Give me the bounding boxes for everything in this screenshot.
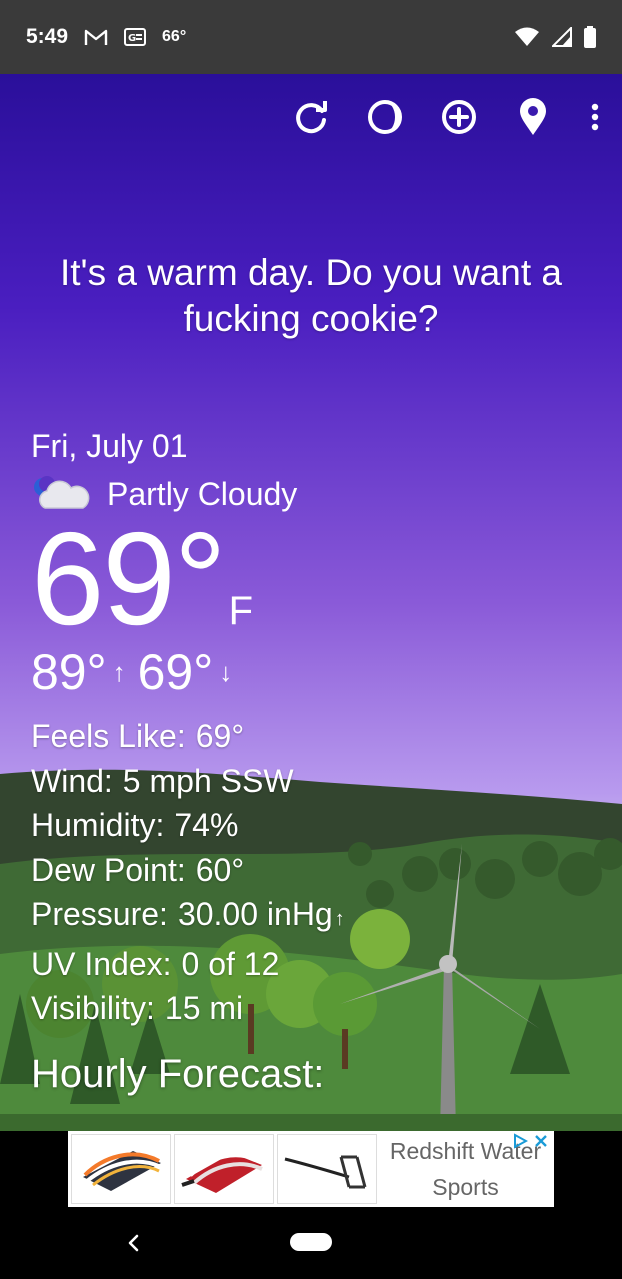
battery-icon [584,26,596,48]
refresh-icon[interactable] [292,96,330,138]
detail-wind: Wind: 5 mph SSW [31,759,591,804]
weather-details: Feels Like: 69° Wind: 5 mph SSW Humidity: 7… [31,714,591,1031]
more-vert-icon[interactable] [588,96,602,138]
detail-value: 0 of 12 [181,945,280,982]
theme-icon[interactable] [366,96,404,138]
temperature-unit: F [228,589,254,633]
add-location-icon[interactable] [440,96,478,138]
svg-text:G: G [128,33,136,44]
current-temperature: 69° [31,505,227,652]
home-pill-button[interactable] [290,1233,332,1251]
detail-visibility: Visibility: 15 mi [31,986,591,1031]
news-icon: G [124,28,147,46]
app-toolbar [292,96,602,138]
ad-product-image[interactable] [277,1134,377,1204]
status-temperature: 66° [162,28,187,45]
detail-label: Pressure: [31,896,168,932]
weather-quip: It's a warm day. Do you want a fucking c… [60,252,562,339]
system-nav-bar [0,1209,622,1279]
ad-product-image[interactable] [174,1134,274,1204]
close-ad-icon[interactable] [534,1134,548,1153]
detail-label: UV Index: [31,945,172,982]
high-arrow-icon: ↑ [112,657,126,687]
detail-humidity: Humidity: 74% [31,803,591,848]
status-bar: 5:49 G 66° [0,0,622,74]
detail-dew-point: Dew Point: 60° [31,848,591,893]
location-pin-icon[interactable] [514,96,552,138]
high-low-row: 89° ↑ 69° ↓ [31,644,591,700]
detail-label: Dew Point: [31,851,186,888]
detail-value: 69° [195,718,245,754]
low-arrow-icon: ↓ [219,657,233,687]
ad-advertiser-name-line2[interactable]: Sports [380,1169,551,1205]
detail-value: 15 mi [164,990,244,1026]
high-temperature: 89° [31,644,107,700]
cell-signal-icon [552,27,572,47]
pressure-trend-icon: ↑ [334,908,345,930]
detail-label: Visibility: [31,990,155,1026]
weather-scene: It's a warm day. Do you want a fucking c… [0,74,622,1131]
temperature-row: 69° F [31,505,591,652]
forecast-date: Fri, July 01 [31,428,188,464]
detail-label: Humidity: [31,807,165,843]
status-time: 5:49 [26,25,69,48]
gmail-icon [84,28,108,46]
hourly-forecast-heading: Hourly Forecast: [31,1052,325,1096]
detail-value: 60° [195,851,245,888]
ad-badges [512,1133,548,1154]
back-icon[interactable] [118,1227,148,1259]
detail-value: 74% [174,807,239,843]
detail-feels-like: Feels Like: 69° [31,714,591,759]
detail-pressure: Pressure: 30.00 inHg ↑ [31,892,591,942]
detail-value: 5 mph SSW [122,762,294,799]
detail-uv-index: UV Index: 0 of 12 [31,942,591,987]
detail-value: 30.00 inHg [177,896,333,932]
detail-label: Wind: [31,762,113,799]
adchoices-icon[interactable] [512,1133,529,1154]
wifi-icon [514,27,540,47]
current-conditions: Fri, July 01 Partly Cloudy 69° F 89° ↑ 6… [31,426,591,1031]
low-temperature: 69° [137,644,214,700]
ad-product-image[interactable] [71,1134,171,1204]
ad-banner[interactable]: Redshift Water Sports [68,1131,554,1207]
detail-label: Feels Like: [31,718,186,754]
